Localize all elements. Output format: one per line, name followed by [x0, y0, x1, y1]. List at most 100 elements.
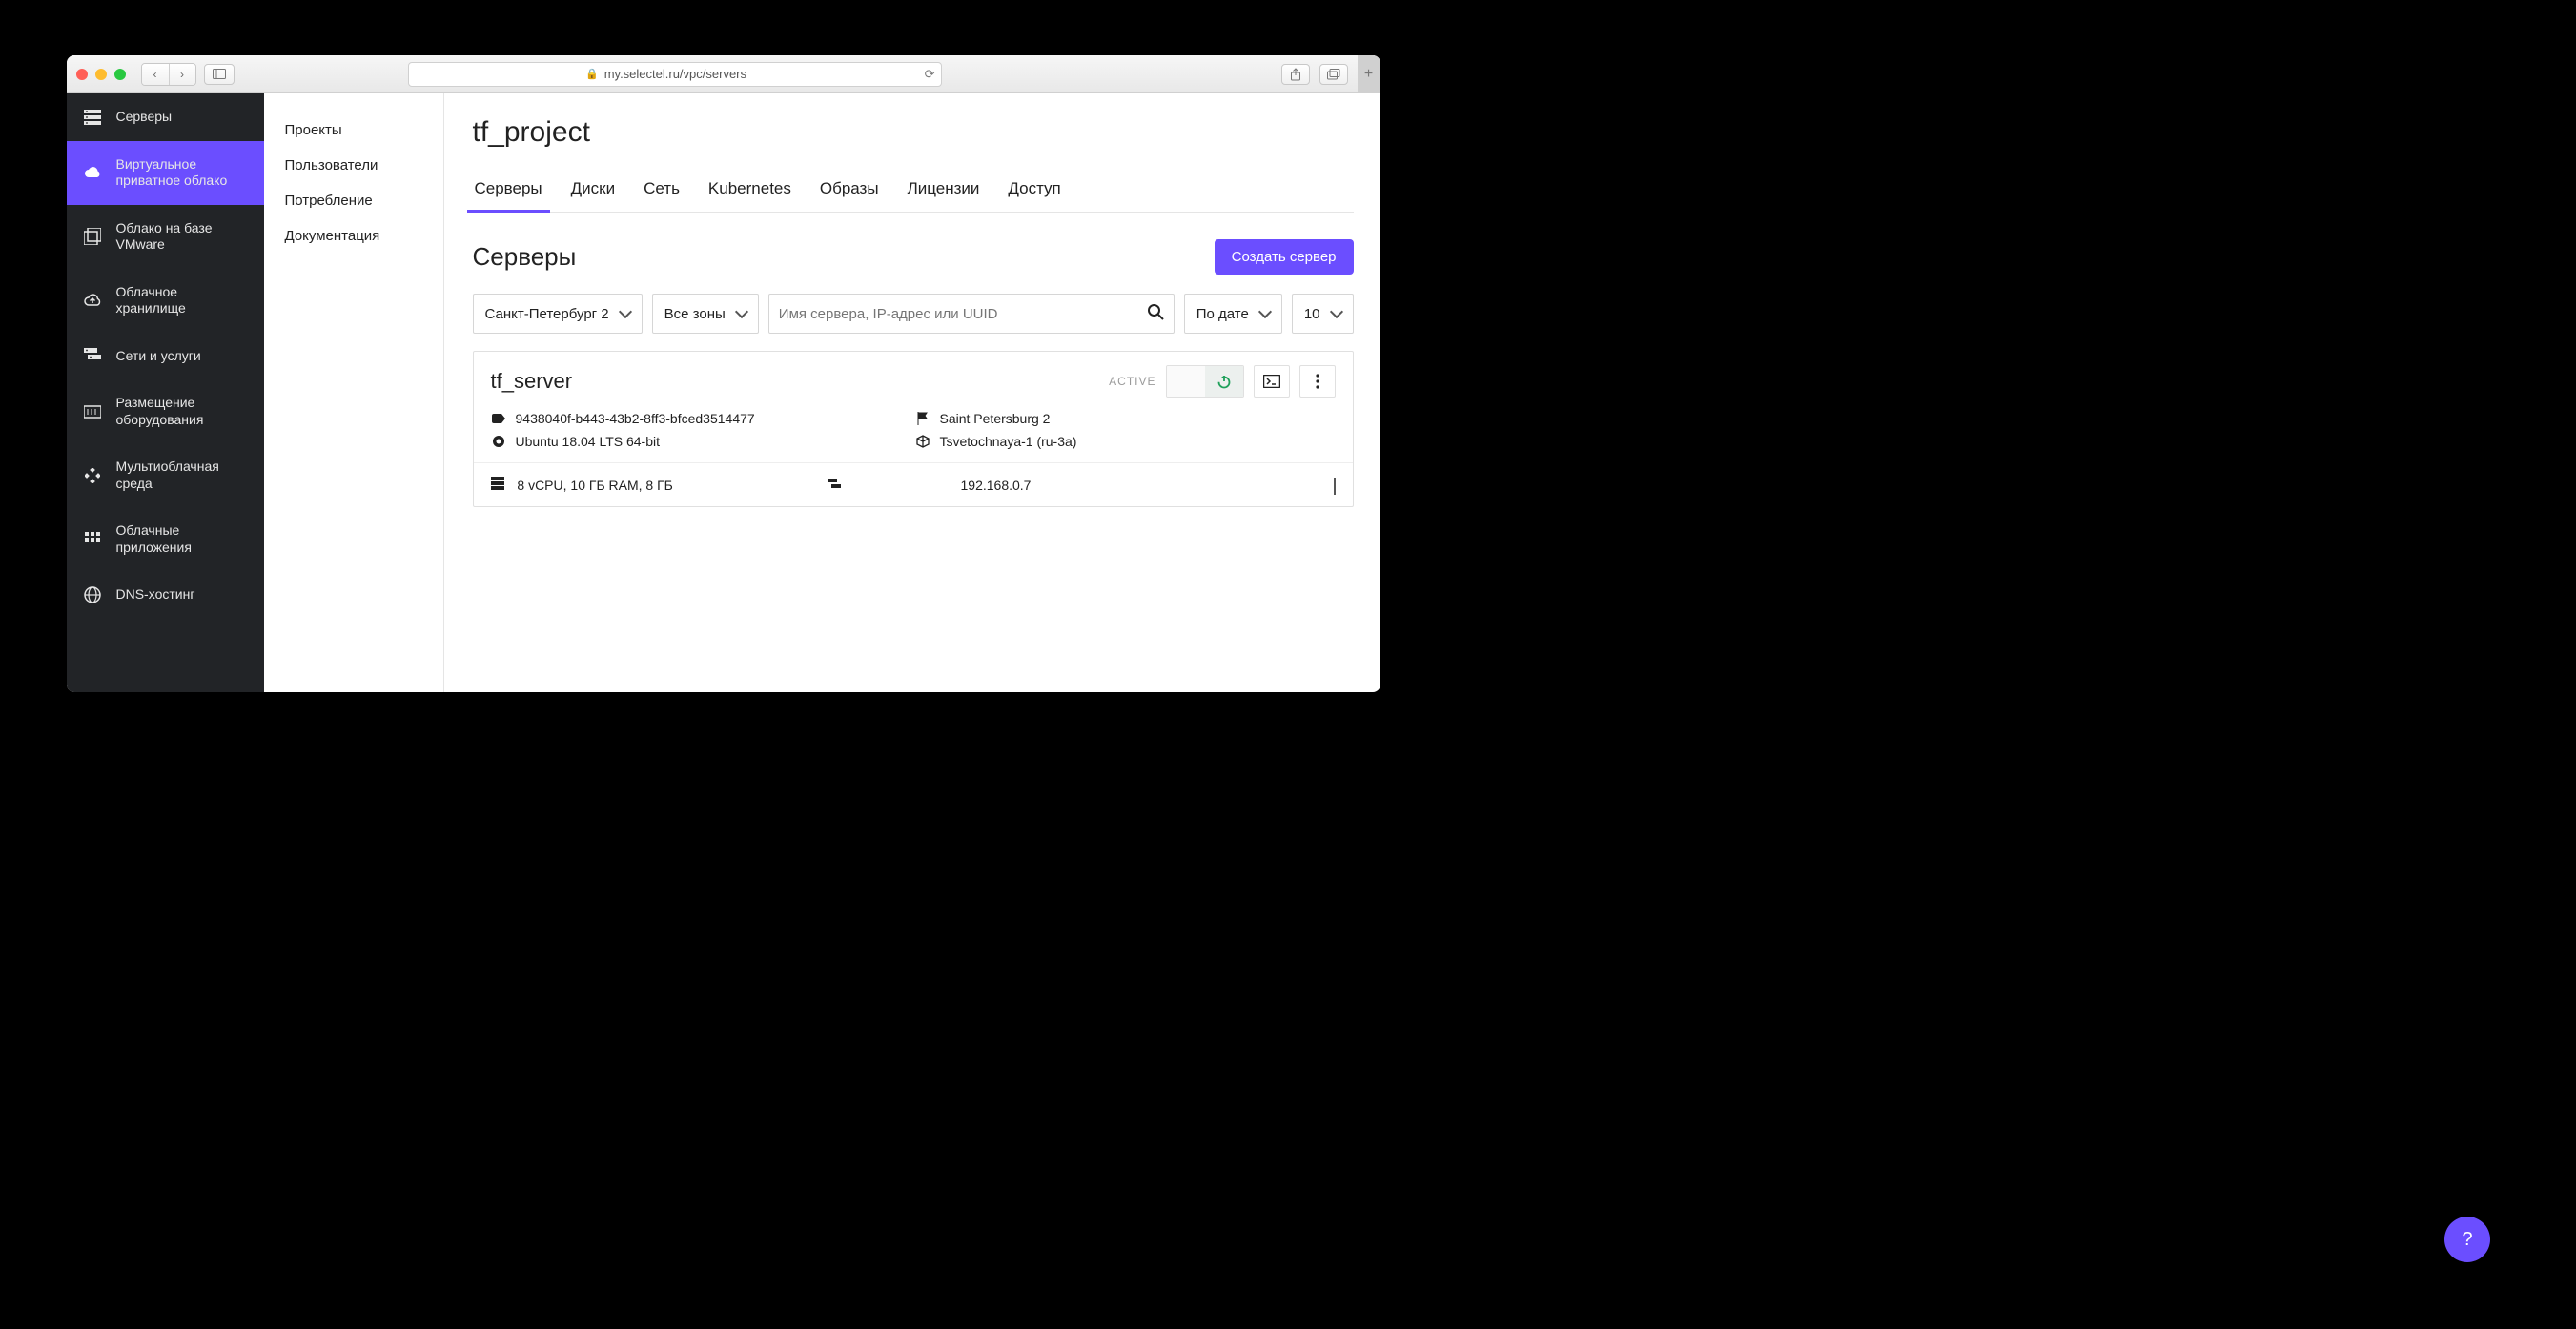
help-fab[interactable]: ? — [2444, 1217, 2490, 1262]
tab-licenses[interactable]: Лицензии — [906, 170, 982, 212]
vmware-icon — [82, 228, 103, 245]
sidebar-item-label: Облачные приложения — [116, 522, 249, 556]
status-badge: ACTIVE — [1109, 375, 1155, 388]
lock-icon: 🔒 — [585, 68, 599, 80]
url-bar[interactable]: 🔒 my.selectel.ru/vpc/servers ⟳ — [408, 62, 942, 87]
sec-item-users[interactable]: Пользователи — [264, 148, 443, 183]
multicloud-icon — [82, 468, 103, 483]
cloud-upload-icon — [82, 294, 103, 307]
search-input[interactable] — [779, 306, 1147, 322]
sidebar-item-vpc[interactable]: Виртуальное приватное облако — [67, 141, 264, 205]
cube-icon — [915, 435, 930, 448]
power-off-state — [1167, 366, 1205, 397]
server-name[interactable]: tf_server — [491, 369, 573, 394]
chevron-down-icon — [619, 305, 632, 318]
pagesize-filter-label: 10 — [1304, 306, 1320, 322]
back-button[interactable]: ‹ — [142, 64, 169, 85]
chevron-down-icon — [735, 305, 748, 318]
server-card: tf_server ACTIVE — [473, 351, 1354, 507]
server-specs-row: 8 vCPU, 10 ГБ RAM, 8 ГБ — [491, 477, 828, 493]
sidebar-item-label: Облако на базе VMware — [116, 220, 249, 254]
minimize-window-button[interactable] — [95, 69, 107, 80]
browser-chrome: ‹ › 🔒 my.selectel.ru/vpc/servers ⟳ + — [67, 55, 1380, 93]
cloud-icon — [82, 166, 103, 179]
search-icon[interactable] — [1147, 303, 1164, 325]
sidebar-item-multicloud[interactable]: Мультиоблачная среда — [67, 443, 264, 507]
server-specs: 8 vCPU, 10 ГБ RAM, 8 ГБ — [517, 478, 672, 493]
zone-filter[interactable]: Все зоны — [652, 294, 759, 334]
chevron-down-icon — [1258, 305, 1272, 318]
sidebar-item-vmware[interactable]: Облако на базе VMware — [67, 205, 264, 269]
url-text: my.selectel.ru/vpc/servers — [604, 67, 746, 81]
tag-icon — [491, 414, 506, 423]
pagesize-filter[interactable]: 10 — [1292, 294, 1354, 334]
server-location: Saint Petersburg 2 — [940, 411, 1051, 426]
os-icon — [491, 435, 506, 448]
tab-images[interactable]: Образы — [818, 170, 881, 212]
sidebar-item-label: Размещение оборудования — [116, 395, 249, 428]
tabs-button[interactable] — [1319, 64, 1348, 85]
tab-disks[interactable]: Диски — [569, 170, 617, 212]
new-tab-button[interactable]: + — [1358, 55, 1380, 93]
chevron-down-icon — [1329, 305, 1342, 318]
maximize-window-button[interactable] — [114, 69, 126, 80]
tab-servers[interactable]: Серверы — [473, 170, 544, 212]
sidebar-secondary: Проекты Пользователи Потребление Докумен… — [264, 93, 444, 692]
console-button[interactable] — [1254, 365, 1290, 398]
expand-button[interactable] — [1334, 478, 1336, 493]
server-ip: 192.168.0.7 — [961, 478, 1298, 493]
share-button[interactable] — [1281, 64, 1310, 85]
region-filter[interactable]: Санкт-Петербург 2 — [473, 294, 643, 334]
create-server-button[interactable]: Создать сервер — [1215, 239, 1354, 275]
server-icon — [82, 110, 103, 125]
more-button[interactable] — [1299, 365, 1336, 398]
server-uuid-row: 9438040f-b443-43b2-8ff3-bfced3514477 — [491, 411, 911, 426]
sidebar-toggle-button[interactable] — [204, 64, 235, 85]
traffic-lights — [76, 69, 126, 80]
section-title: Серверы — [473, 242, 577, 272]
sidebar-item-dns[interactable]: DNS-хостинг — [67, 571, 264, 619]
server-os: Ubuntu 18.04 LTS 64-bit — [516, 434, 661, 449]
sidebar-item-label: Виртуальное приватное облако — [116, 156, 249, 190]
sidebar-primary: Серверы Виртуальное приватное облако Обл… — [67, 93, 264, 692]
tab-kubernetes[interactable]: Kubernetes — [706, 170, 793, 212]
tabs: Серверы Диски Сеть Kubernetes Образы Лиц… — [473, 170, 1354, 213]
sec-item-docs[interactable]: Документация — [264, 218, 443, 254]
server-zone: Tsvetochnaya-1 (ru-3a) — [940, 434, 1077, 449]
sidebar-item-network[interactable]: Сети и услуги — [67, 333, 264, 380]
sec-item-projects[interactable]: Проекты — [264, 112, 443, 148]
region-filter-label: Санкт-Петербург 2 — [485, 306, 609, 322]
sidebar-item-label: Серверы — [116, 109, 173, 126]
sec-item-consumption[interactable]: Потребление — [264, 183, 443, 218]
server-os-row: Ubuntu 18.04 LTS 64-bit — [491, 434, 911, 449]
forward-button[interactable]: › — [169, 64, 195, 85]
sidebar-item-servers[interactable]: Серверы — [67, 93, 264, 141]
server-net-icon-cell — [828, 478, 961, 493]
network-small-icon — [828, 479, 841, 490]
tab-network[interactable]: Сеть — [642, 170, 682, 212]
close-window-button[interactable] — [76, 69, 88, 80]
chevron-down-icon — [1334, 478, 1336, 495]
datacenter-icon — [82, 404, 103, 419]
power-toggle[interactable] — [1166, 365, 1244, 398]
help-icon: ? — [2462, 1229, 2472, 1251]
globe-icon — [82, 586, 103, 603]
sidebar-item-label: Сети и услуги — [116, 348, 201, 365]
sidebar-item-label: Облачное хранилище — [116, 284, 249, 317]
content-area: tf_project Серверы Диски Сеть Kubernetes… — [444, 93, 1380, 692]
sidebar-item-colocation[interactable]: Размещение оборудования — [67, 379, 264, 443]
search-box — [768, 294, 1175, 334]
flag-icon — [915, 412, 930, 425]
reload-button[interactable]: ⟳ — [925, 67, 935, 82]
nav-buttons: ‹ › — [141, 63, 196, 86]
sort-filter-label: По дате — [1196, 306, 1249, 322]
server-zone-row: Tsvetochnaya-1 (ru-3a) — [915, 434, 1336, 449]
filters: Санкт-Петербург 2 Все зоны По дате — [473, 294, 1354, 334]
zone-filter-label: Все зоны — [664, 306, 726, 322]
tab-access[interactable]: Доступ — [1006, 170, 1062, 212]
sort-filter[interactable]: По дате — [1184, 294, 1282, 334]
power-on-state — [1205, 366, 1243, 397]
sidebar-item-apps[interactable]: Облачные приложения — [67, 507, 264, 571]
page-title: tf_project — [473, 116, 1354, 149]
sidebar-item-storage[interactable]: Облачное хранилище — [67, 269, 264, 333]
